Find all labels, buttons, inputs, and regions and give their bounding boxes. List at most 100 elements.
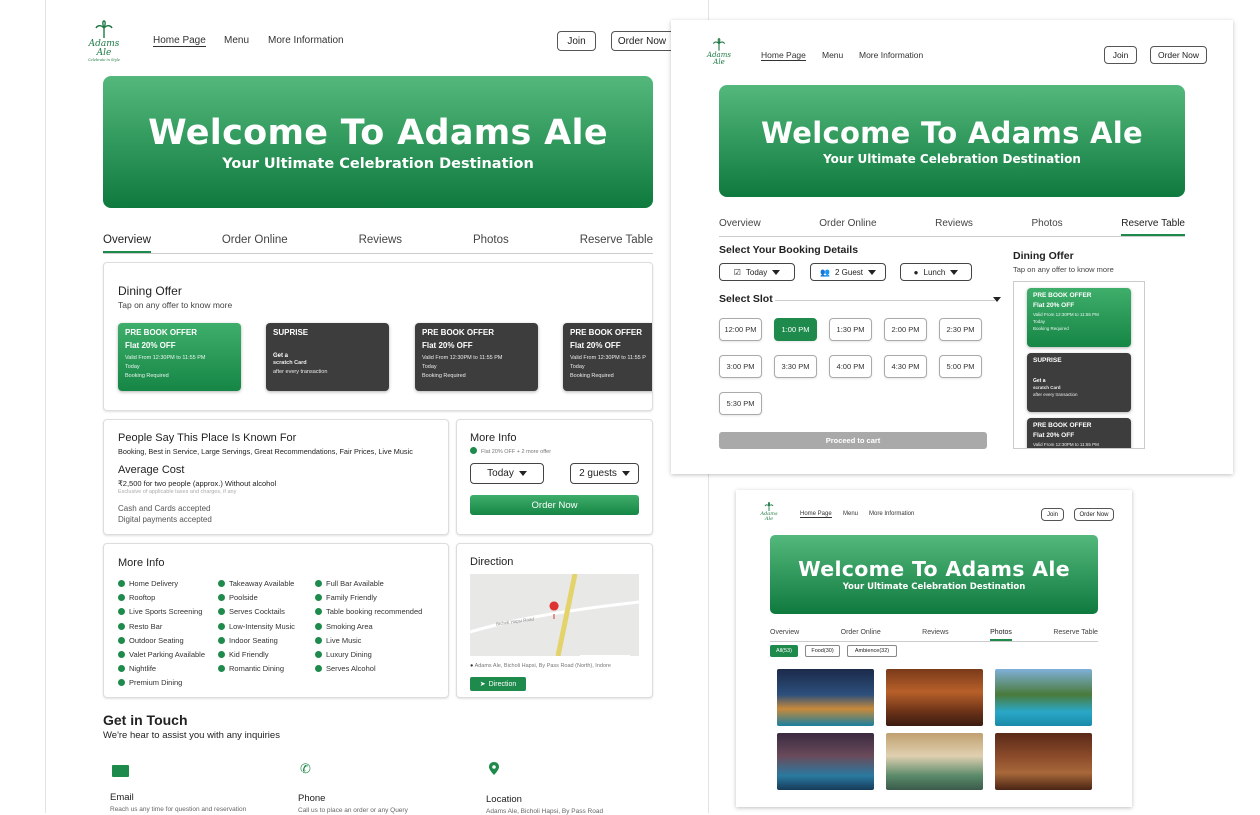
nav-menu[interactable]: Menu (843, 511, 858, 517)
time-slot[interactable]: 2:30 PM (939, 318, 982, 341)
side-offer-card[interactable]: PRE BOOK OFFER Flat 20% OFF Valid From 1… (1027, 288, 1131, 347)
tab-overview[interactable]: Overview (103, 234, 151, 253)
tab-reserve-table[interactable]: Reserve Table (580, 234, 653, 253)
filter-ambience[interactable]: Ambience(32) (847, 645, 897, 657)
tab-reviews[interactable]: Reviews (359, 234, 402, 253)
feature-item: Low-Intensity Music (218, 622, 295, 631)
offer-card[interactable]: PRE BOOK OFFER Flat 20% OFF Valid From 1… (118, 323, 241, 391)
nav-more-information[interactable]: More Information (268, 35, 344, 46)
offer-heading: SUPRISE (273, 328, 309, 337)
booking-meal-dropdown[interactable]: ● Lunch (900, 263, 972, 281)
nav-menu[interactable]: Menu (822, 50, 843, 60)
nav-menu[interactable]: Menu (224, 35, 249, 46)
feature-label: Home Delivery (129, 579, 179, 588)
feature-label: Nightlife (129, 664, 157, 674)
brand-logo[interactable]: Adams Ale Celebrate in Style (84, 20, 124, 62)
offer-heading: PRE BOOK OFFER (570, 328, 643, 337)
order-now-button[interactable]: Order Now (611, 31, 672, 51)
time-slot[interactable]: 5:30 PM (719, 392, 762, 415)
caret-down-icon (950, 269, 959, 275)
tab-overview[interactable]: Overview (770, 629, 799, 641)
direction-button[interactable]: ➤ Direction (470, 677, 526, 691)
time-slot[interactable]: 3:00 PM (719, 355, 762, 378)
photo-restaurant-hall[interactable] (995, 733, 1092, 790)
tab-order-online[interactable]: Order Online (222, 234, 288, 253)
offer-card[interactable]: PRE BOOK OFFER Flat 20% OFF Valid From 1… (415, 323, 538, 391)
feature-label: Poolside (229, 593, 258, 603)
side-dining-offer-hint: Tap on any offer to know more (1013, 265, 1114, 274)
join-button[interactable]: Join (1104, 46, 1137, 64)
tab-order-online[interactable]: Order Online (841, 629, 881, 641)
time-slot[interactable]: 1:00 PM (774, 318, 817, 341)
booking-day-dropdown[interactable]: ☑ Today (719, 263, 795, 281)
email-text: Reach us any time for question and reser… (110, 806, 247, 813)
brand-logo[interactable]: Adams Ale (758, 502, 780, 524)
known-for-text: Booking, Best in Service, Large Servings… (118, 447, 413, 456)
photo-interior-wood[interactable] (886, 669, 983, 726)
booking-details-title: Select Your Booking Details (719, 244, 859, 256)
time-slot[interactable]: 12:00 PM (719, 318, 762, 341)
order-now-button[interactable]: Order Now (1074, 508, 1114, 521)
photo-poolside-day[interactable] (995, 669, 1092, 726)
time-slot[interactable]: 4:00 PM (829, 355, 872, 378)
check-icon (315, 622, 322, 630)
map[interactable]: Bicholi Hapsi Road (470, 574, 639, 656)
feature-item: Luxury Dining (315, 650, 372, 659)
tab-reserve-table[interactable]: Reserve Table (1121, 218, 1185, 236)
check-icon (118, 665, 125, 673)
hero-title: Welcome To Adams Ale (148, 112, 608, 153)
order-now-green-button[interactable]: Order Now (470, 495, 639, 515)
offer-card[interactable]: PRE BOOK OFFER Flat 20% OFF Valid From 1… (563, 323, 652, 391)
photo-pool-lights[interactable] (777, 733, 874, 790)
hero-banner: Welcome To Adams Ale Your Ultimate Celeb… (103, 76, 653, 208)
filter-food[interactable]: Food(30) (805, 645, 840, 657)
location-text: Adams Ale, Bicholi Hapsi, By Pass Road (486, 808, 604, 815)
booking-day-value: Today (745, 267, 768, 277)
booking-guests-dropdown[interactable]: 👥 2 Guest (810, 263, 886, 281)
photo-pool-night[interactable] (777, 669, 874, 726)
check-icon (118, 580, 125, 587)
nav-home[interactable]: Home Page (153, 35, 206, 47)
dining-offer-card: Dining Offer Tap on any offer to know mo… (103, 262, 653, 411)
brand-logo[interactable]: Adams Ale (704, 38, 734, 68)
nav-more-information[interactable]: More Information (869, 511, 914, 517)
side-offer-card[interactable]: SUPRISE Get a scratch Card after every t… (1027, 353, 1131, 412)
filter-all[interactable]: All(53) (770, 645, 798, 657)
guests-dropdown[interactable]: 2 guests (570, 463, 639, 484)
photo-dining-area[interactable] (886, 733, 983, 790)
check-icon (118, 622, 125, 630)
caret-down-icon (772, 269, 781, 275)
nav-home[interactable]: Home Page (761, 50, 806, 61)
join-button[interactable]: Join (557, 31, 596, 51)
nav-more-information[interactable]: More Information (859, 50, 923, 60)
tab-order-online[interactable]: Order Online (819, 218, 876, 236)
nav-home[interactable]: Home Page (800, 511, 832, 518)
tab-reviews[interactable]: Reviews (935, 218, 973, 236)
logo-text: Adams Ale (760, 511, 778, 522)
tab-reviews[interactable]: Reviews (922, 629, 948, 641)
offer-card[interactable]: SUPRISE Get a scratch Card after every t… (266, 323, 389, 391)
side-offer-card[interactable]: PRE BOOK OFFER Flat 20% OFF Valid From 1… (1027, 418, 1131, 448)
tab-photos[interactable]: Photos (1032, 218, 1063, 236)
tab-photos[interactable]: Photos (990, 629, 1012, 641)
slot-collapse-caret-icon[interactable] (993, 297, 1001, 302)
check-icon (218, 580, 225, 587)
side-offer-list: PRE BOOK OFFER Flat 20% OFF Valid From 1… (1013, 281, 1145, 449)
proceed-to-cart-button[interactable]: Proceed to cart (719, 432, 987, 449)
time-slot[interactable]: 2:00 PM (884, 318, 927, 341)
feature-item: Premium Dining (118, 678, 182, 687)
tab-photos[interactable]: Photos (473, 234, 509, 253)
time-slot[interactable]: 1:30 PM (829, 318, 872, 341)
join-button[interactable]: Join (1041, 508, 1064, 521)
feature-label: Family Friendly (326, 593, 377, 603)
more-info-card: More Info Flat 20% OFF + 2 more offer To… (456, 419, 653, 535)
tab-overview[interactable]: Overview (719, 218, 761, 236)
time-slot[interactable]: 4:30 PM (884, 355, 927, 378)
tab-reserve-table[interactable]: Reserve Table (1053, 629, 1098, 641)
day-dropdown[interactable]: Today (470, 463, 544, 484)
check-icon (470, 447, 477, 454)
time-slot[interactable]: 3:30 PM (774, 355, 817, 378)
check-icon (218, 608, 225, 616)
order-now-button[interactable]: Order Now (1150, 46, 1207, 64)
time-slot[interactable]: 5:00 PM (939, 355, 982, 378)
